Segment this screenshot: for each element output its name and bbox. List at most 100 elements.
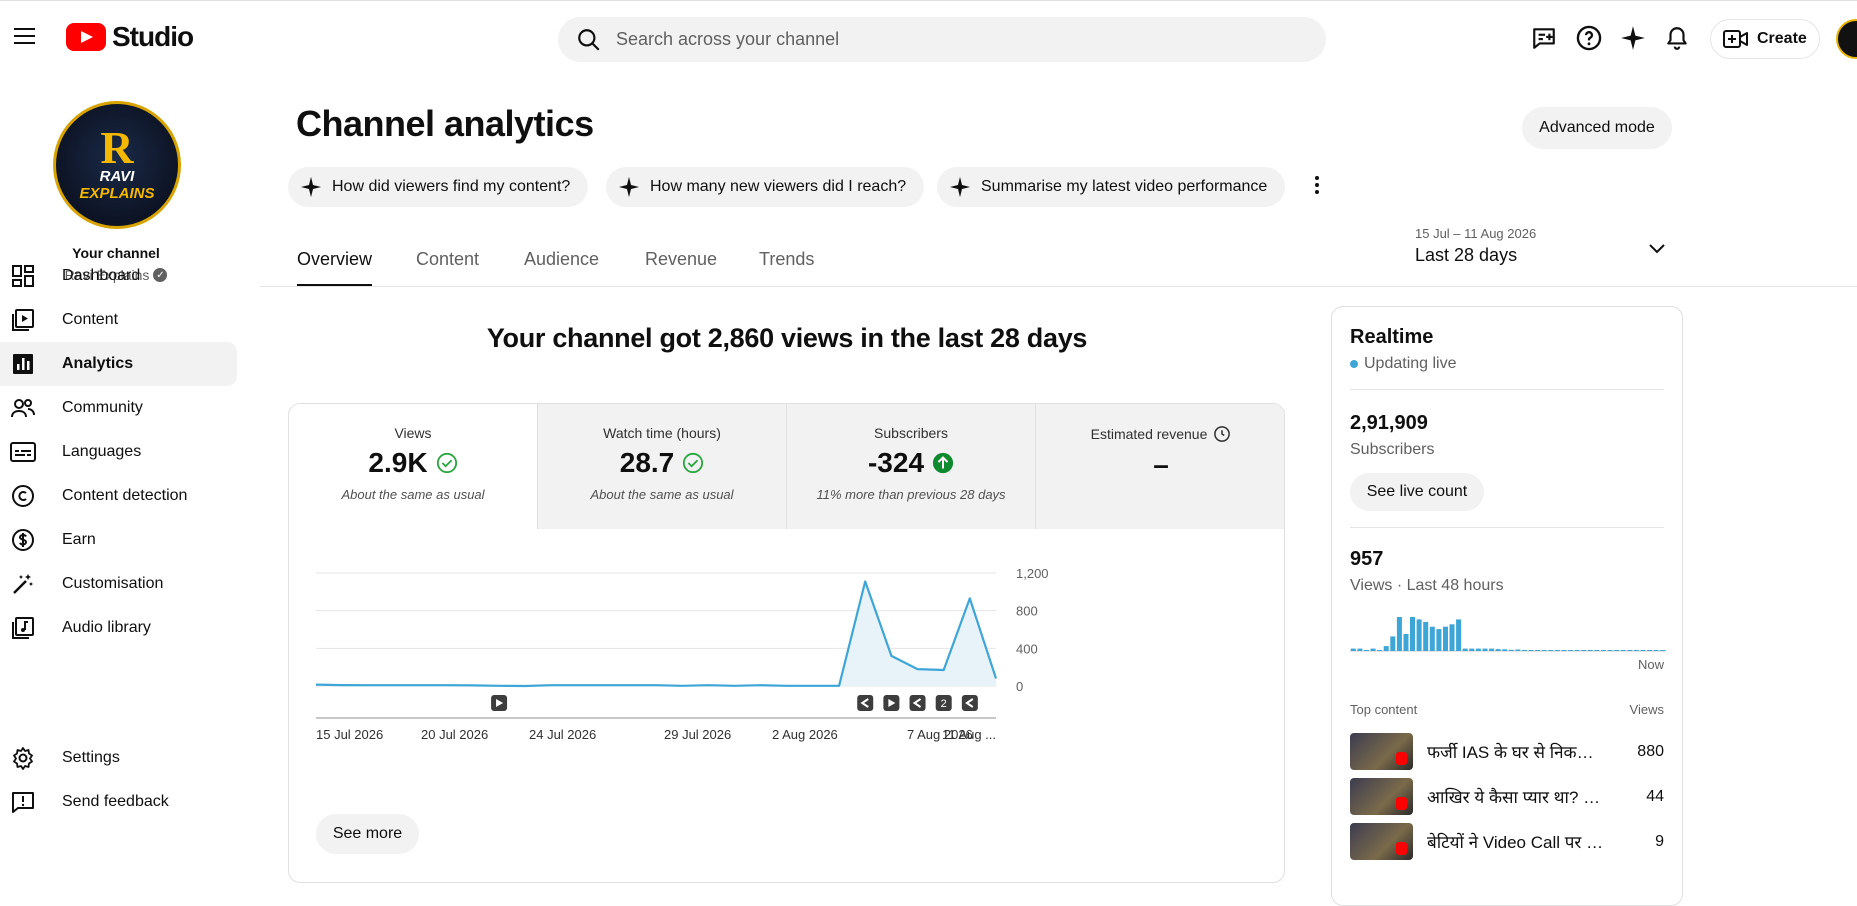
advanced-mode-button[interactable]: Advanced mode <box>1522 107 1672 149</box>
realtime-bar <box>1601 650 1606 651</box>
tab-content[interactable]: Content <box>416 249 479 287</box>
realtime-bar <box>1508 649 1514 651</box>
sidebar-item-analytics[interactable]: Analytics <box>0 342 237 386</box>
search-input[interactable] <box>616 29 1266 50</box>
sidebar-item-label: Earn <box>62 531 96 548</box>
suggestion-chip-find-content[interactable]: How did viewers find my content? <box>288 167 589 207</box>
see-more-button[interactable]: See more <box>316 814 419 854</box>
realtime-bar <box>1640 650 1646 651</box>
realtime-bar <box>1574 650 1580 651</box>
more-options-icon[interactable] <box>1307 170 1327 200</box>
chip-label: How many new viewers did I reach? <box>650 178 907 195</box>
realtime-views-label: Views · Last 48 hours <box>1350 577 1504 594</box>
chevron-down-icon[interactable] <box>1647 238 1667 263</box>
studio-logo[interactable]: Studio <box>66 21 194 53</box>
avatar-text-ravi: RAVI <box>99 168 135 185</box>
realtime-bar <box>1396 617 1402 651</box>
bell-icon[interactable] <box>1662 23 1692 53</box>
sidebar-item-dashboard[interactable]: Dashboard <box>0 254 237 298</box>
metric-label: Estimated revenue <box>1090 426 1208 442</box>
overview-card: Views 2.9K About the same as usual Watch… <box>288 403 1285 883</box>
realtime-title: Realtime <box>1350 326 1434 348</box>
realtime-bar <box>1436 629 1442 651</box>
tab-revenue[interactable]: Revenue <box>645 249 717 287</box>
realtime-bar <box>1620 650 1626 651</box>
top-content-item[interactable]: फर्जी IAS के घर से निकला ... 880 <box>1350 729 1664 774</box>
top-content-header: Top content Views <box>1350 702 1664 717</box>
sidebar-item-earn[interactable]: Earn <box>0 518 237 562</box>
video-thumbnail <box>1350 733 1413 770</box>
search-icon <box>578 28 600 51</box>
sidebar-item-community[interactable]: Community <box>0 386 237 430</box>
account-avatar[interactable] <box>1836 19 1857 59</box>
sidebar-item-content[interactable]: Content <box>0 298 237 342</box>
tab-trends[interactable]: Trends <box>759 249 814 287</box>
sparkle-icon <box>618 176 640 198</box>
realtime-bar <box>1482 648 1488 651</box>
y-tick-label: 400 <box>1016 641 1038 656</box>
content-icon <box>10 307 36 333</box>
sidebar-item-content-detection[interactable]: Content detection <box>0 474 237 518</box>
chip-label: How did viewers find my content? <box>332 178 571 195</box>
date-range-label: Last 28 days <box>1415 245 1518 265</box>
tab-audience[interactable]: Audience <box>524 249 599 287</box>
create-button[interactable]: Create <box>1710 19 1820 59</box>
realtime-bar <box>1410 617 1415 651</box>
metric-value: 28.7 <box>619 447 675 478</box>
sparkle-icon[interactable] <box>1618 23 1648 53</box>
search-bar[interactable] <box>558 17 1326 62</box>
languages-icon <box>10 439 36 465</box>
metric-label-row: Estimated revenue <box>1036 425 1284 443</box>
suggestion-chip-new-viewers[interactable]: How many new viewers did I reach? <box>606 167 925 207</box>
sidebar-item-label: Dashboard <box>62 267 141 284</box>
realtime-bar <box>1528 650 1534 651</box>
realtime-bar <box>1522 650 1527 651</box>
channel-avatar[interactable]: R RAVI EXPLAINS <box>53 101 181 229</box>
help-icon[interactable] <box>1574 23 1604 53</box>
metric-note: About the same as usual <box>590 487 734 502</box>
avatar-letter: R <box>100 122 134 173</box>
x-tick-label: 20 Jul 2026 <box>421 727 488 742</box>
realtime-bar <box>1489 648 1495 651</box>
realtime-bar <box>1548 650 1554 651</box>
realtime-status-text: Updating live <box>1364 355 1457 372</box>
subscribers-count: 2,91,909 <box>1350 412 1428 434</box>
metric-watch-time[interactable]: Watch time (hours) 28.7 About the same a… <box>538 404 787 529</box>
sidebar: R RAVI EXPLAINS Your channel Ravi Explai… <box>0 75 260 893</box>
sidebar-item-audio-library[interactable]: Audio library <box>0 606 237 650</box>
realtime-bar <box>1416 619 1422 651</box>
date-range-picker[interactable]: 15 Jul – 11 Aug 2026 Last 28 days <box>1415 226 1536 266</box>
create-post-icon[interactable] <box>1529 23 1559 53</box>
sidebar-item-label: Audio library <box>62 619 151 636</box>
hamburger-menu-icon[interactable] <box>10 23 40 53</box>
sidebar-item-label: Community <box>62 399 143 416</box>
x-tick-label: 15 Jul 2026 <box>316 727 383 742</box>
top-content-item[interactable]: बेटियों ने Video Call पर दी पि... 9 <box>1350 819 1664 864</box>
top-content-item[interactable]: आखिर ये कैसा प्यार था? क्या “... 44 <box>1350 774 1664 819</box>
realtime-bar <box>1535 650 1541 651</box>
dollar-icon <box>10 527 36 553</box>
realtime-bar <box>1443 626 1448 651</box>
metric-views[interactable]: Views 2.9K About the same as usual <box>289 404 538 529</box>
realtime-bar <box>1469 648 1475 651</box>
realtime-bar <box>1607 650 1613 651</box>
metric-value-row: 28.7 <box>538 447 786 479</box>
realtime-bar <box>1456 619 1462 651</box>
y-tick-label: 1,200 <box>1016 566 1049 581</box>
sidebar-item-customisation[interactable]: Customisation <box>0 562 237 606</box>
sidebar-item-send-feedback[interactable]: Send feedback <box>0 780 237 824</box>
metric-subscribers[interactable]: Subscribers -324 11% more than previous … <box>787 404 1036 529</box>
top-bar: Studio Create <box>0 0 1857 75</box>
sidebar-item-settings[interactable]: Settings <box>0 736 237 780</box>
realtime-panel: Realtime Updating live 2,91,909 Subscrib… <box>1331 306 1683 906</box>
see-live-count-button[interactable]: See live count <box>1350 473 1484 511</box>
sidebar-item-languages[interactable]: Languages <box>0 430 237 474</box>
suggestion-chip-summarise[interactable]: Summarise my latest video performance <box>937 167 1286 207</box>
tab-overview[interactable]: Overview <box>297 249 373 287</box>
metric-estimated-revenue[interactable]: Estimated revenue – <box>1036 404 1284 529</box>
sidebar-item-label: Settings <box>62 749 120 766</box>
realtime-bar <box>1357 648 1363 651</box>
divider <box>1350 527 1664 528</box>
y-tick-label: 0 <box>1016 679 1023 694</box>
dashboard-icon <box>10 263 36 289</box>
